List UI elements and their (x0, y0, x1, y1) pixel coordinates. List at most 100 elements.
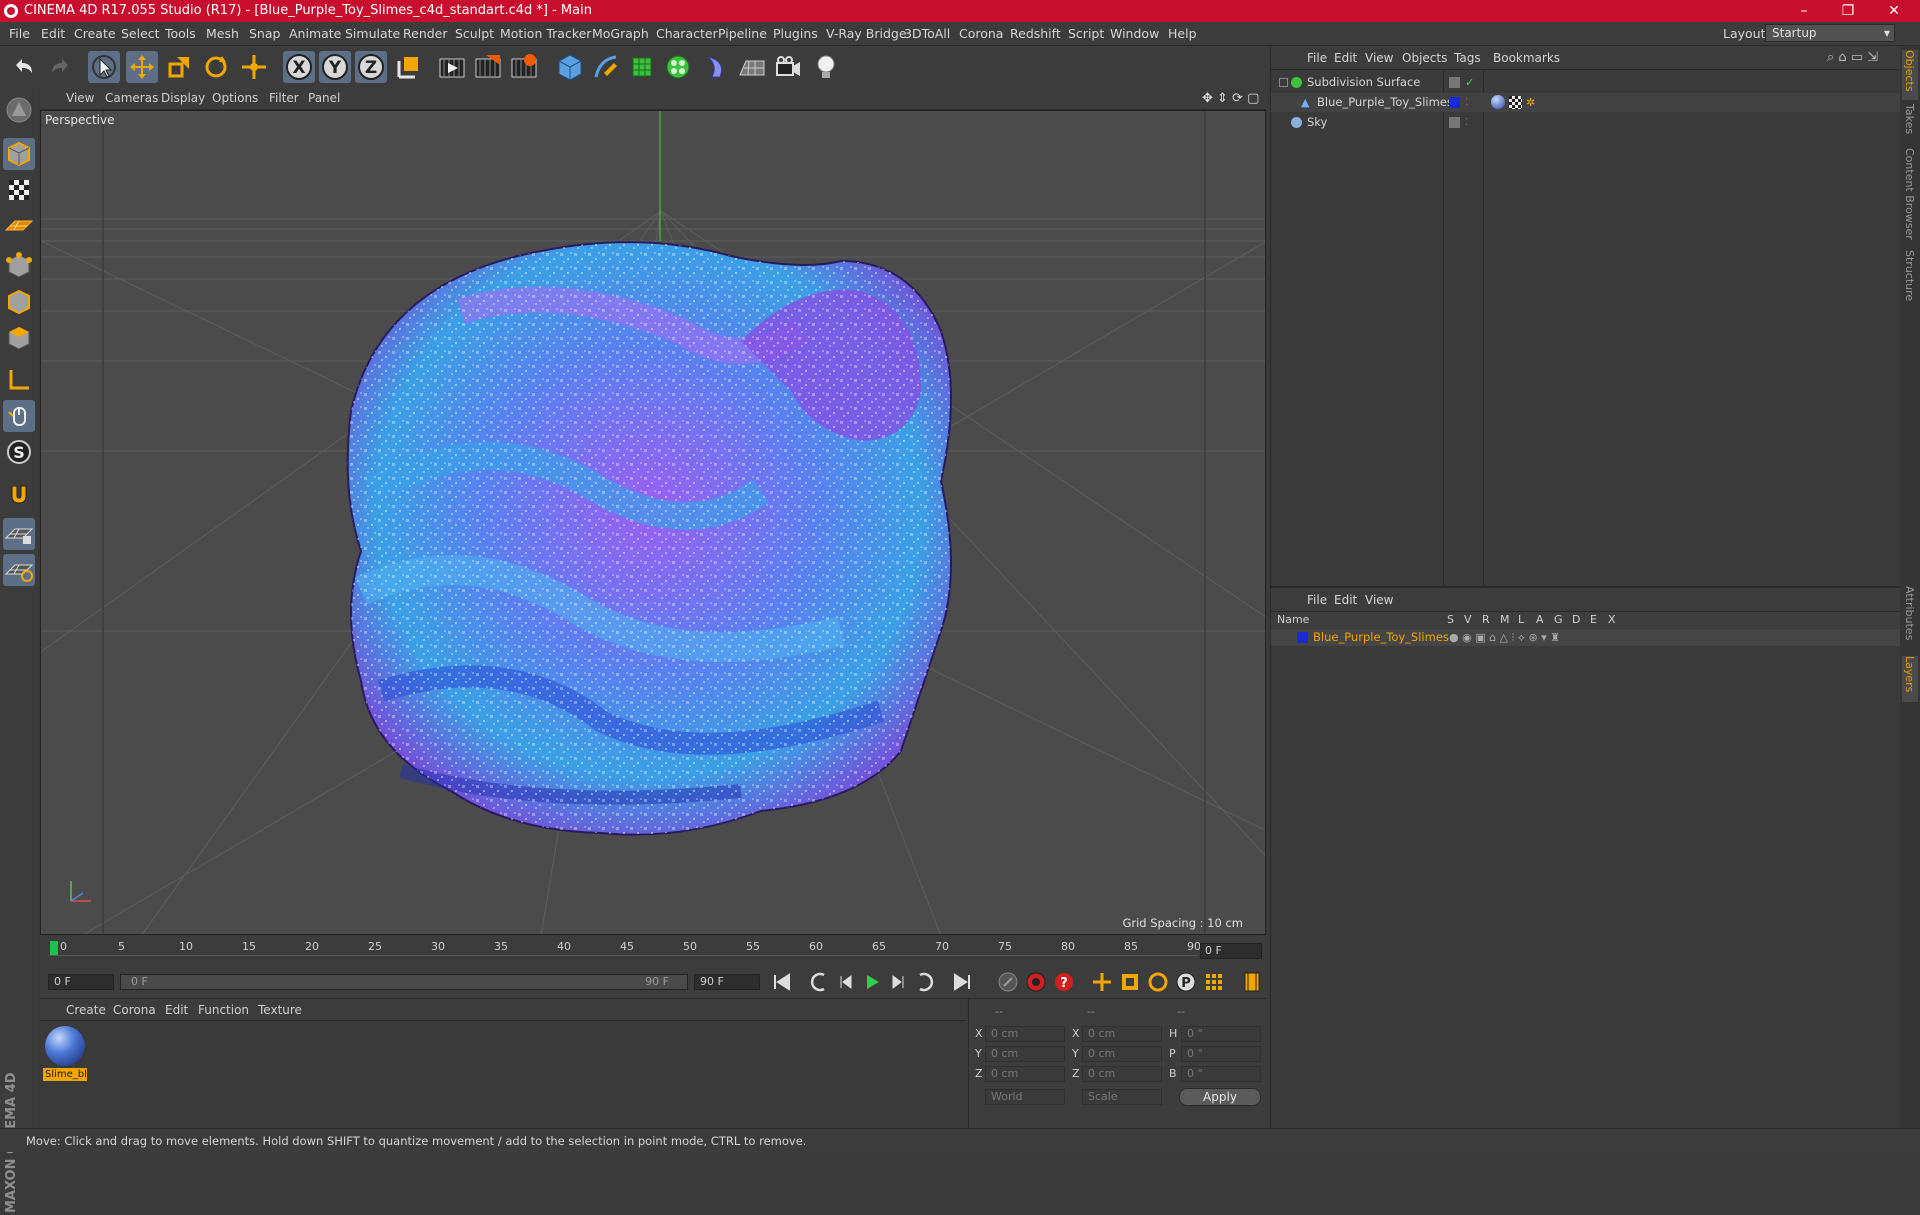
om-menu-tags[interactable]: Tags (1454, 51, 1481, 65)
om-menu-view[interactable]: View (1365, 51, 1393, 65)
model-mode-icon[interactable] (3, 138, 35, 170)
tab-content-browser[interactable]: Content Browser (1902, 148, 1918, 246)
key-position-icon[interactable] (1090, 970, 1114, 994)
coordinate-system-icon[interactable] (393, 51, 425, 83)
render-settings-icon[interactable] (508, 51, 540, 83)
viewport-perspective[interactable]: Perspective Grid Spacing : 10 cm (40, 110, 1266, 935)
layer-swatch[interactable] (1449, 117, 1460, 128)
tab-layers[interactable]: Layers (1902, 656, 1918, 702)
select-arrow-icon[interactable] (88, 51, 120, 83)
object-row-sky[interactable]: Sky ⁚ (1271, 113, 1901, 132)
play-icon[interactable] (860, 970, 884, 994)
rotation-p-field[interactable]: 0 ° (1181, 1046, 1261, 1062)
coordinate-mode-dropdown[interactable]: World (985, 1089, 1065, 1105)
x-axis-icon[interactable]: X (283, 51, 315, 83)
viewport-nav-icons[interactable]: ✥ ⇕ ⟳ ▢ (1202, 91, 1259, 106)
mat-menu-edit[interactable]: Edit (165, 1003, 188, 1017)
om-menu-bookmarks[interactable]: Bookmarks (1493, 51, 1560, 65)
vp-menu-panel[interactable]: Panel (308, 91, 340, 105)
expand-toggle-icon[interactable] (1279, 78, 1288, 87)
snap-icon[interactable] (3, 518, 35, 550)
vp-menu-cameras[interactable]: Cameras (105, 91, 158, 105)
size-mode-dropdown[interactable]: Scale (1082, 1089, 1162, 1105)
size-x-field[interactable]: 0 cm (1082, 1026, 1162, 1042)
menu-tools[interactable]: Tools (165, 26, 196, 41)
key-scale-icon[interactable] (1118, 970, 1142, 994)
tab-takes[interactable]: Takes (1902, 104, 1918, 144)
timeline-window-icon[interactable] (1240, 970, 1264, 994)
rotation-h-field[interactable]: 0 ° (1181, 1026, 1261, 1042)
menu-edit[interactable]: Edit (41, 26, 65, 41)
edges-mode-icon[interactable] (3, 286, 35, 318)
axis-mode-icon[interactable] (3, 364, 35, 396)
magnet-icon[interactable] (3, 478, 35, 510)
apply-button[interactable]: Apply (1179, 1088, 1261, 1106)
polygons-mode-icon[interactable] (3, 322, 35, 354)
workplane-icon[interactable] (3, 210, 35, 242)
material-swatch[interactable]: Slime_bl (43, 1025, 87, 1081)
layer-name[interactable]: Blue_Purple_Toy_Slimes (1313, 629, 1449, 646)
om-search-icon[interactable]: ⌕ ⌂ ▭ ⇲ (1827, 50, 1878, 65)
locked-workplane-icon[interactable] (3, 554, 35, 586)
lm-menu-view[interactable]: View (1365, 593, 1393, 607)
y-axis-icon[interactable]: Y (319, 51, 351, 83)
rotate-icon[interactable] (200, 51, 232, 83)
key-parameter-icon[interactable]: P (1174, 970, 1198, 994)
rotation-b-field[interactable]: 0 ° (1181, 1066, 1261, 1082)
lm-menu-edit[interactable]: Edit (1334, 593, 1357, 607)
go-to-start-icon[interactable] (770, 970, 794, 994)
layout-dropdown[interactable]: Startup (1765, 24, 1895, 42)
solo-icon[interactable]: S (3, 436, 35, 468)
size-y-field[interactable]: 0 cm (1082, 1046, 1162, 1062)
menu-create[interactable]: Create (74, 26, 116, 41)
live-select-icon[interactable] (238, 51, 270, 83)
camera-icon[interactable] (772, 51, 804, 83)
cube-icon[interactable] (554, 51, 586, 83)
menu-plugins[interactable]: Plugins (773, 26, 818, 41)
menu-simulate[interactable]: Simulate (345, 26, 400, 41)
visibility-dots-icon[interactable]: ⁚ (1465, 113, 1468, 132)
vp-menu-filter[interactable]: Filter (269, 91, 299, 105)
lm-menu-file[interactable]: File (1307, 593, 1327, 607)
position-z-field[interactable]: 0 cm (985, 1066, 1065, 1082)
tab-attributes[interactable]: Attributes (1902, 586, 1918, 652)
pen-icon[interactable] (590, 51, 622, 83)
floor-icon[interactable] (736, 51, 768, 83)
auto-key-icon[interactable] (1024, 970, 1048, 994)
previous-frame-icon[interactable] (834, 970, 858, 994)
blue-purple-slime-model[interactable] (346, 241, 952, 836)
z-axis-icon[interactable]: Z (355, 51, 387, 83)
object-row-blue-purple-toy-slimes[interactable]: ▲ Blue_Purple_Toy_Slimes ⁚ ✲ (1271, 93, 1901, 112)
texture-tag-icon[interactable] (1509, 96, 1522, 109)
playhead[interactable] (50, 941, 58, 955)
next-key-icon[interactable] (912, 970, 936, 994)
mat-menu-corona[interactable]: Corona (113, 1003, 156, 1017)
phong-tag-icon[interactable]: ✲ (1526, 93, 1535, 112)
layer-swatch[interactable] (1449, 77, 1460, 88)
menu-vray-bridge[interactable]: V-Ray Bridge (826, 26, 907, 41)
menu-mesh[interactable]: Mesh (206, 26, 239, 41)
key-rotation-icon[interactable] (1146, 970, 1170, 994)
menu-render[interactable]: Render (403, 26, 448, 41)
mograph-cloner-icon[interactable] (662, 51, 694, 83)
om-menu-objects[interactable]: Objects (1402, 51, 1447, 65)
timeline-ruler[interactable]: 0 5 10 15 20 25 30 35 40 45 50 55 60 65 … (40, 935, 1266, 965)
visibility-dots-icon[interactable]: ⁚ (1465, 93, 1468, 112)
start-frame-field[interactable]: 0 F (48, 974, 114, 990)
menu-mograph[interactable]: MoGraph (592, 26, 649, 41)
position-x-field[interactable]: 0 cm (985, 1026, 1065, 1042)
menu-animate[interactable]: Animate (289, 26, 341, 41)
vp-menu-view[interactable]: View (66, 91, 94, 105)
enabled-check-icon[interactable]: ✓ (1465, 73, 1474, 92)
menu-help[interactable]: Help (1168, 26, 1197, 41)
mat-menu-create[interactable]: Create (66, 1003, 106, 1017)
go-to-end-icon[interactable] (950, 970, 974, 994)
restore-button[interactable]: ❐ (1826, 0, 1870, 22)
render-picture-viewer-icon[interactable] (472, 51, 504, 83)
current-frame-field[interactable]: 0 F (1200, 943, 1262, 959)
menu-window[interactable]: Window (1110, 26, 1159, 41)
points-mode-icon[interactable] (3, 250, 35, 282)
minimize-button[interactable]: – (1782, 0, 1826, 22)
keyframe-selection-icon[interactable]: ? (1052, 970, 1076, 994)
record-keys-icon[interactable] (996, 970, 1020, 994)
